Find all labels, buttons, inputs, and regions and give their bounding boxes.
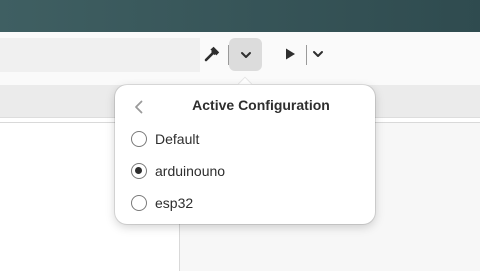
- option-label: arduinouno: [155, 163, 226, 179]
- chevron-down-icon: [313, 51, 323, 57]
- toolbar-separator: [306, 45, 307, 65]
- chevron-left-icon: [135, 100, 143, 114]
- toolbar-left-area: [0, 38, 200, 72]
- play-icon: [286, 48, 295, 60]
- configuration-option-default[interactable]: Default: [123, 124, 367, 154]
- hammer-icon: [204, 46, 220, 62]
- run-menu-button[interactable]: [308, 40, 328, 68]
- popover-header: Active Configuration: [115, 85, 375, 129]
- configuration-option-arduinouno[interactable]: arduinouno: [123, 156, 367, 186]
- radio-button[interactable]: [131, 163, 147, 179]
- radio-button[interactable]: [131, 195, 147, 211]
- option-label: Default: [155, 131, 200, 147]
- window-titlebar: [0, 0, 480, 32]
- build-configuration-menu-button[interactable]: [229, 38, 262, 71]
- radio-button[interactable]: [131, 131, 147, 147]
- chevron-down-icon: [240, 51, 251, 58]
- configuration-option-esp32[interactable]: esp32: [123, 188, 367, 218]
- active-configuration-popover: Active Configuration Default arduinouno …: [115, 85, 375, 224]
- popover-title: Active Configuration: [192, 97, 330, 113]
- option-label: esp32: [155, 195, 194, 211]
- build-button[interactable]: [199, 39, 225, 69]
- run-button[interactable]: [279, 40, 301, 68]
- back-button[interactable]: [129, 95, 149, 119]
